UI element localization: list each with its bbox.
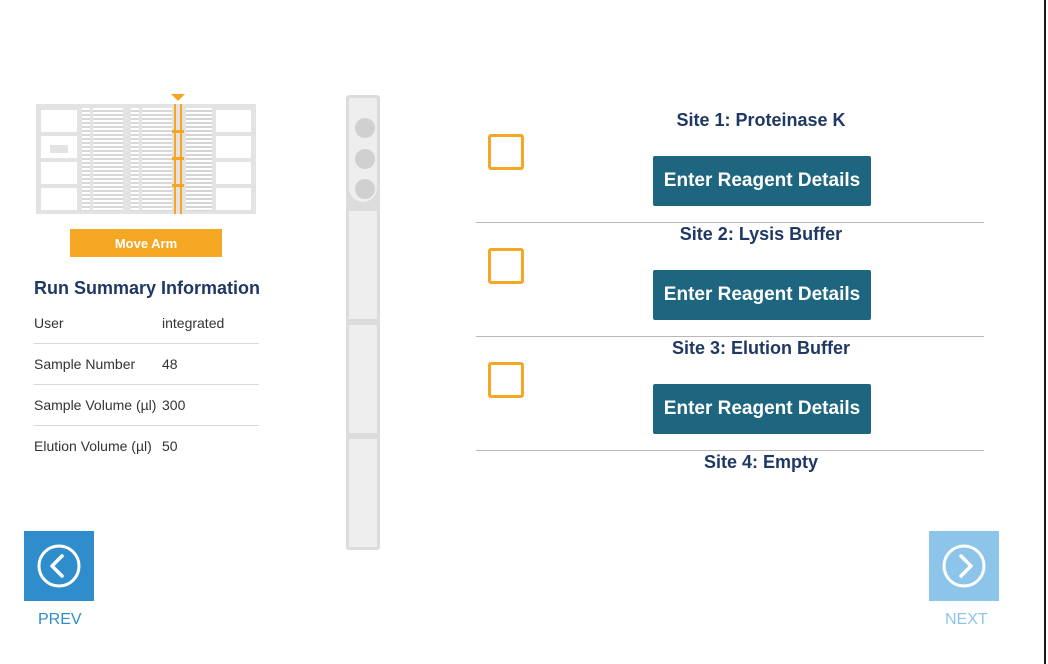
summary-label: Sample Number (34, 356, 136, 372)
tube-cap (355, 149, 375, 169)
site-3-checkbox[interactable] (488, 362, 524, 398)
site-4: Site 4: Empty (476, 452, 984, 492)
deck-map (36, 104, 256, 214)
arm-tick (172, 184, 184, 187)
summary-value: 50 (162, 438, 178, 454)
run-summary-title: Run Summary Information (34, 278, 261, 298)
chevron-right-circle-icon (942, 544, 986, 588)
reagent-tube-strip (346, 95, 380, 550)
summary-label: User (34, 315, 64, 331)
sample-rack (142, 108, 172, 211)
summary-value: integrated (162, 315, 225, 331)
summary-value: 300 (162, 397, 186, 413)
site-3-enter-reagent-details-button[interactable]: Enter Reagent Details (653, 384, 871, 434)
deck-slot (41, 188, 77, 210)
deck-slot (41, 110, 77, 132)
summary-row-sample-volume: Sample Volume (µl) 300 (34, 385, 259, 426)
sample-rack (131, 108, 139, 211)
arm-tick (172, 157, 184, 160)
summary-label: Elution Volume (µl) (34, 438, 152, 454)
deck-slot (216, 162, 251, 184)
site-2-checkbox[interactable] (488, 248, 524, 284)
site-2: Site 2: Lysis Buffer Enter Reagent Detai… (476, 224, 984, 337)
prev-label[interactable]: PREV (38, 611, 82, 629)
next-button[interactable] (929, 531, 999, 601)
deck-slot (216, 188, 251, 210)
summary-row-elution-volume: Elution Volume (µl) 50 (34, 426, 259, 466)
run-summary-table: User integrated Sample Number 48 Sample … (34, 303, 259, 466)
tube-cap-section (349, 98, 377, 202)
arm-tick (172, 130, 184, 133)
summary-label: Sample Volume (µl) (34, 397, 157, 413)
site-1-checkbox[interactable] (488, 134, 524, 170)
site-4-title: Site 4: Empty (703, 452, 819, 472)
next-label[interactable]: NEXT (945, 611, 988, 629)
site-3-title: Site 3: Elution Buffer (671, 338, 850, 358)
tube-well (349, 325, 377, 433)
window-right-border (1044, 0, 1046, 664)
sample-rack (93, 108, 123, 211)
site-divider (476, 450, 984, 451)
tube-cap (355, 118, 375, 138)
deck-slot (50, 145, 68, 153)
arm-position-marker-icon (171, 94, 185, 101)
tube-well (349, 439, 377, 547)
deck-slot (216, 110, 251, 132)
prev-button[interactable] (24, 531, 94, 601)
tube-well (349, 211, 377, 319)
tube-rack (186, 108, 212, 211)
site-2-title: Site 2: Lysis Buffer (679, 224, 843, 244)
site-1-title: Site 1: Proteinase K (676, 110, 846, 130)
move-arm-button[interactable]: Move Arm (70, 229, 222, 257)
site-divider (476, 222, 984, 223)
chevron-left-circle-icon (37, 544, 81, 588)
summary-row-user: User integrated (34, 303, 259, 344)
site-1-enter-reagent-details-button[interactable]: Enter Reagent Details (653, 156, 871, 206)
summary-row-sample-number: Sample Number 48 (34, 344, 259, 385)
site-2-enter-reagent-details-button[interactable]: Enter Reagent Details (653, 270, 871, 320)
deck-slot (216, 136, 251, 158)
deck-slot (41, 162, 77, 184)
site-divider (476, 336, 984, 337)
site-1: Site 1: Proteinase K Enter Reagent Detai… (476, 110, 984, 223)
tube-cap (355, 179, 375, 199)
sample-rack (82, 108, 90, 211)
summary-value: 48 (162, 356, 178, 372)
site-3: Site 3: Elution Buffer Enter Reagent Det… (476, 338, 984, 451)
